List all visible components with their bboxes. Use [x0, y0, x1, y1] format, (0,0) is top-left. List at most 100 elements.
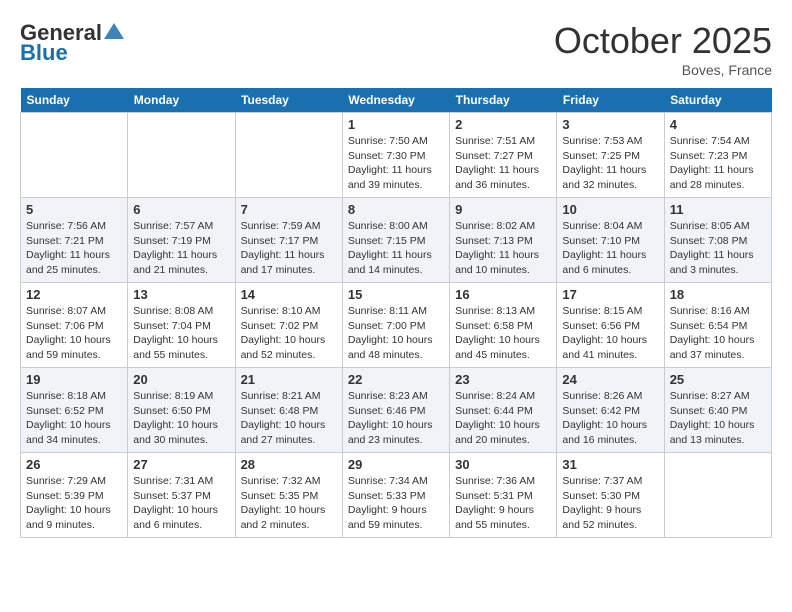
day-cell-w3d3: 22 Sunrise: 8:23 AMSunset: 6:46 PMDayligh… — [342, 368, 449, 453]
day-cell-w0d4: 2 Sunrise: 7:51 AMSunset: 7:27 PMDaylight… — [450, 113, 557, 198]
day-cell-w0d6: 4 Sunrise: 7:54 AMSunset: 7:23 PMDaylight… — [664, 113, 771, 198]
day-detail: Sunrise: 8:19 AMSunset: 6:50 PMDaylight:… — [133, 389, 229, 448]
week-row-1: 5Sunrise: 7:56 AMSunset: 7:21 PMDaylight… — [21, 198, 772, 283]
calendar: SundayMondayTuesdayWednesdayThursdayFrid… — [20, 88, 772, 538]
day-number: 24 — [562, 372, 658, 387]
day-cell-w0d1 — [128, 113, 235, 198]
weekday-monday: Monday — [128, 88, 235, 113]
day-detail: Sunrise: 7:34 AMSunset: 5:33 PMDaylight:… — [348, 474, 444, 533]
weekday-sunday: Sunday — [21, 88, 128, 113]
day-number: 25 — [670, 372, 766, 387]
day-cell-w1d2: 7 Sunrise: 7:59 AMSunset: 7:17 PMDaylight… — [235, 198, 342, 283]
day-detail: Sunrise: 8:15 AMSunset: 6:56 PMDaylight:… — [562, 304, 658, 363]
day-number: 2 — [455, 117, 551, 132]
day-cell-w4d4: 30Sunrise: 7:36 AMSunset: 5:31 PMDayligh… — [450, 453, 557, 538]
page-header: General Blue October 2025 Boves, France — [20, 20, 772, 78]
weekday-tuesday: Tuesday — [235, 88, 342, 113]
day-cell-w0d2 — [235, 113, 342, 198]
day-detail: Sunrise: 8:21 AMSunset: 6:48 PMDaylight:… — [241, 389, 337, 448]
day-number: 31 — [562, 457, 658, 472]
day-cell-w1d6: 11 Sunrise: 8:05 AMSunset: 7:08 PMDayligh… — [664, 198, 771, 283]
day-cell-w2d2: 14 Sunrise: 8:10 AMSunset: 7:02 PMDayligh… — [235, 283, 342, 368]
title-block: October 2025 Boves, France — [554, 20, 772, 78]
weekday-saturday: Saturday — [664, 88, 771, 113]
day-cell-w4d1: 27 Sunrise: 7:31 AMSunset: 5:37 PMDayligh… — [128, 453, 235, 538]
day-cell-w2d6: 18Sunrise: 8:16 AMSunset: 6:54 PMDayligh… — [664, 283, 771, 368]
day-cell-w4d6 — [664, 453, 771, 538]
week-row-4: 26 Sunrise: 7:29 AMSunset: 5:39 PMDayligh… — [21, 453, 772, 538]
day-detail: Sunrise: 8:13 AMSunset: 6:58 PMDaylight:… — [455, 304, 551, 363]
day-number: 1 — [348, 117, 444, 132]
location: Boves, France — [554, 62, 772, 78]
day-number: 9 — [455, 202, 551, 217]
day-number: 27 — [133, 457, 229, 472]
day-detail: Sunrise: 8:27 AMSunset: 6:40 PMDaylight:… — [670, 389, 766, 448]
day-cell-w1d4: 9 Sunrise: 8:02 AMSunset: 7:13 PMDaylight… — [450, 198, 557, 283]
day-detail: Sunrise: 7:53 AMSunset: 7:25 PMDaylight:… — [562, 134, 658, 193]
day-detail: Sunrise: 8:04 AMSunset: 7:10 PMDaylight:… — [562, 219, 658, 278]
day-number: 26 — [26, 457, 122, 472]
day-detail: Sunrise: 8:08 AMSunset: 7:04 PMDaylight:… — [133, 304, 229, 363]
day-cell-w3d6: 25 Sunrise: 8:27 AMSunset: 6:40 PMDayligh… — [664, 368, 771, 453]
day-detail: Sunrise: 7:32 AMSunset: 5:35 PMDaylight:… — [241, 474, 337, 533]
day-number: 7 — [241, 202, 337, 217]
logo-blue: Blue — [20, 40, 68, 66]
day-number: 14 — [241, 287, 337, 302]
day-detail: Sunrise: 7:36 AMSunset: 5:31 PMDaylight:… — [455, 474, 551, 533]
week-row-2: 12 Sunrise: 8:07 AMSunset: 7:06 PMDayligh… — [21, 283, 772, 368]
day-number: 20 — [133, 372, 229, 387]
day-detail: Sunrise: 7:50 AMSunset: 7:30 PMDaylight:… — [348, 134, 444, 193]
day-detail: Sunrise: 8:23 AMSunset: 6:46 PMDaylight:… — [348, 389, 444, 448]
day-cell-w0d5: 3Sunrise: 7:53 AMSunset: 7:25 PMDaylight… — [557, 113, 664, 198]
day-number: 23 — [455, 372, 551, 387]
day-number: 18 — [670, 287, 766, 302]
day-detail: Sunrise: 8:24 AMSunset: 6:44 PMDaylight:… — [455, 389, 551, 448]
day-number: 16 — [455, 287, 551, 302]
week-row-0: 1 Sunrise: 7:50 AMSunset: 7:30 PMDaylight… — [21, 113, 772, 198]
day-detail: Sunrise: 7:59 AMSunset: 7:17 PMDaylight:… — [241, 219, 337, 278]
day-detail: Sunrise: 8:00 AMSunset: 7:15 PMDaylight:… — [348, 219, 444, 278]
day-cell-w2d5: 17 Sunrise: 8:15 AMSunset: 6:56 PMDayligh… — [557, 283, 664, 368]
day-cell-w2d1: 13Sunrise: 8:08 AMSunset: 7:04 PMDayligh… — [128, 283, 235, 368]
day-detail: Sunrise: 8:05 AMSunset: 7:08 PMDaylight:… — [670, 219, 766, 278]
day-detail: Sunrise: 8:07 AMSunset: 7:06 PMDaylight:… — [26, 304, 122, 363]
day-cell-w1d0: 5Sunrise: 7:56 AMSunset: 7:21 PMDaylight… — [21, 198, 128, 283]
day-number: 11 — [670, 202, 766, 217]
day-number: 29 — [348, 457, 444, 472]
day-cell-w3d5: 24Sunrise: 8:26 AMSunset: 6:42 PMDayligh… — [557, 368, 664, 453]
day-detail: Sunrise: 8:11 AMSunset: 7:00 PMDaylight:… — [348, 304, 444, 363]
day-number: 22 — [348, 372, 444, 387]
month-title: October 2025 — [554, 20, 772, 62]
day-cell-w4d0: 26 Sunrise: 7:29 AMSunset: 5:39 PMDayligh… — [21, 453, 128, 538]
day-detail: Sunrise: 7:56 AMSunset: 7:21 PMDaylight:… — [26, 219, 122, 278]
day-detail: Sunrise: 7:29 AMSunset: 5:39 PMDaylight:… — [26, 474, 122, 533]
day-cell-w4d3: 29 Sunrise: 7:34 AMSunset: 5:33 PMDayligh… — [342, 453, 449, 538]
day-cell-w2d0: 12 Sunrise: 8:07 AMSunset: 7:06 PMDayligh… — [21, 283, 128, 368]
day-cell-w2d4: 16 Sunrise: 8:13 AMSunset: 6:58 PMDayligh… — [450, 283, 557, 368]
day-cell-w3d4: 23 Sunrise: 8:24 AMSunset: 6:44 PMDayligh… — [450, 368, 557, 453]
day-detail: Sunrise: 8:02 AMSunset: 7:13 PMDaylight:… — [455, 219, 551, 278]
day-detail: Sunrise: 7:51 AMSunset: 7:27 PMDaylight:… — [455, 134, 551, 193]
day-cell-w4d2: 28 Sunrise: 7:32 AMSunset: 5:35 PMDayligh… — [235, 453, 342, 538]
logo-icon — [104, 23, 124, 39]
day-cell-w4d5: 31 Sunrise: 7:37 AMSunset: 5:30 PMDayligh… — [557, 453, 664, 538]
day-number: 19 — [26, 372, 122, 387]
day-number: 12 — [26, 287, 122, 302]
day-cell-w1d3: 8 Sunrise: 8:00 AMSunset: 7:15 PMDaylight… — [342, 198, 449, 283]
day-detail: Sunrise: 7:54 AMSunset: 7:23 PMDaylight:… — [670, 134, 766, 193]
weekday-header-row: SundayMondayTuesdayWednesdayThursdayFrid… — [21, 88, 772, 113]
day-number: 17 — [562, 287, 658, 302]
day-cell-w1d5: 10 Sunrise: 8:04 AMSunset: 7:10 PMDayligh… — [557, 198, 664, 283]
day-detail: Sunrise: 7:37 AMSunset: 5:30 PMDaylight:… — [562, 474, 658, 533]
day-number: 4 — [670, 117, 766, 132]
day-cell-w3d1: 20 Sunrise: 8:19 AMSunset: 6:50 PMDayligh… — [128, 368, 235, 453]
day-detail: Sunrise: 8:18 AMSunset: 6:52 PMDaylight:… — [26, 389, 122, 448]
day-number: 8 — [348, 202, 444, 217]
day-detail: Sunrise: 7:57 AMSunset: 7:19 PMDaylight:… — [133, 219, 229, 278]
day-detail: Sunrise: 7:31 AMSunset: 5:37 PMDaylight:… — [133, 474, 229, 533]
day-number: 28 — [241, 457, 337, 472]
day-number: 10 — [562, 202, 658, 217]
day-cell-w3d2: 21Sunrise: 8:21 AMSunset: 6:48 PMDayligh… — [235, 368, 342, 453]
day-cell-w0d0 — [21, 113, 128, 198]
day-detail: Sunrise: 8:10 AMSunset: 7:02 PMDaylight:… — [241, 304, 337, 363]
